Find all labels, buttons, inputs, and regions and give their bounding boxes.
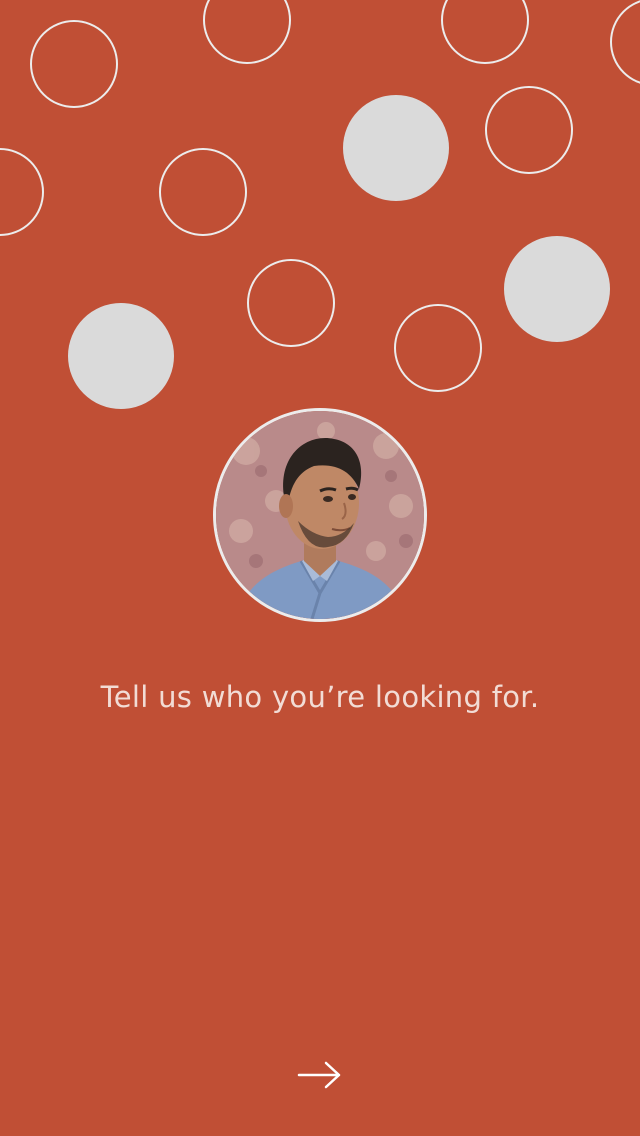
filled-bubble[interactable] bbox=[343, 95, 449, 201]
outline-bubble[interactable] bbox=[441, 0, 529, 64]
outline-bubble[interactable] bbox=[485, 86, 573, 174]
outline-bubble[interactable] bbox=[247, 259, 335, 347]
filled-bubble[interactable] bbox=[504, 236, 610, 342]
outline-bubble[interactable] bbox=[394, 304, 482, 392]
arrow-right-icon bbox=[297, 1061, 341, 1089]
onboarding-screen: Tell us who you’re looking for. bbox=[0, 0, 640, 1136]
avatar bbox=[213, 408, 427, 622]
outline-bubble[interactable] bbox=[203, 0, 291, 64]
prompt-text: Tell us who you’re looking for. bbox=[100, 680, 540, 714]
outline-bubble[interactable] bbox=[159, 148, 247, 236]
outline-bubble[interactable] bbox=[0, 148, 44, 236]
filled-bubble[interactable] bbox=[68, 303, 174, 409]
avatar-photo bbox=[216, 411, 424, 619]
outline-bubble[interactable] bbox=[610, 0, 640, 86]
next-button[interactable] bbox=[290, 1052, 350, 1098]
outline-bubble[interactable] bbox=[30, 20, 118, 108]
